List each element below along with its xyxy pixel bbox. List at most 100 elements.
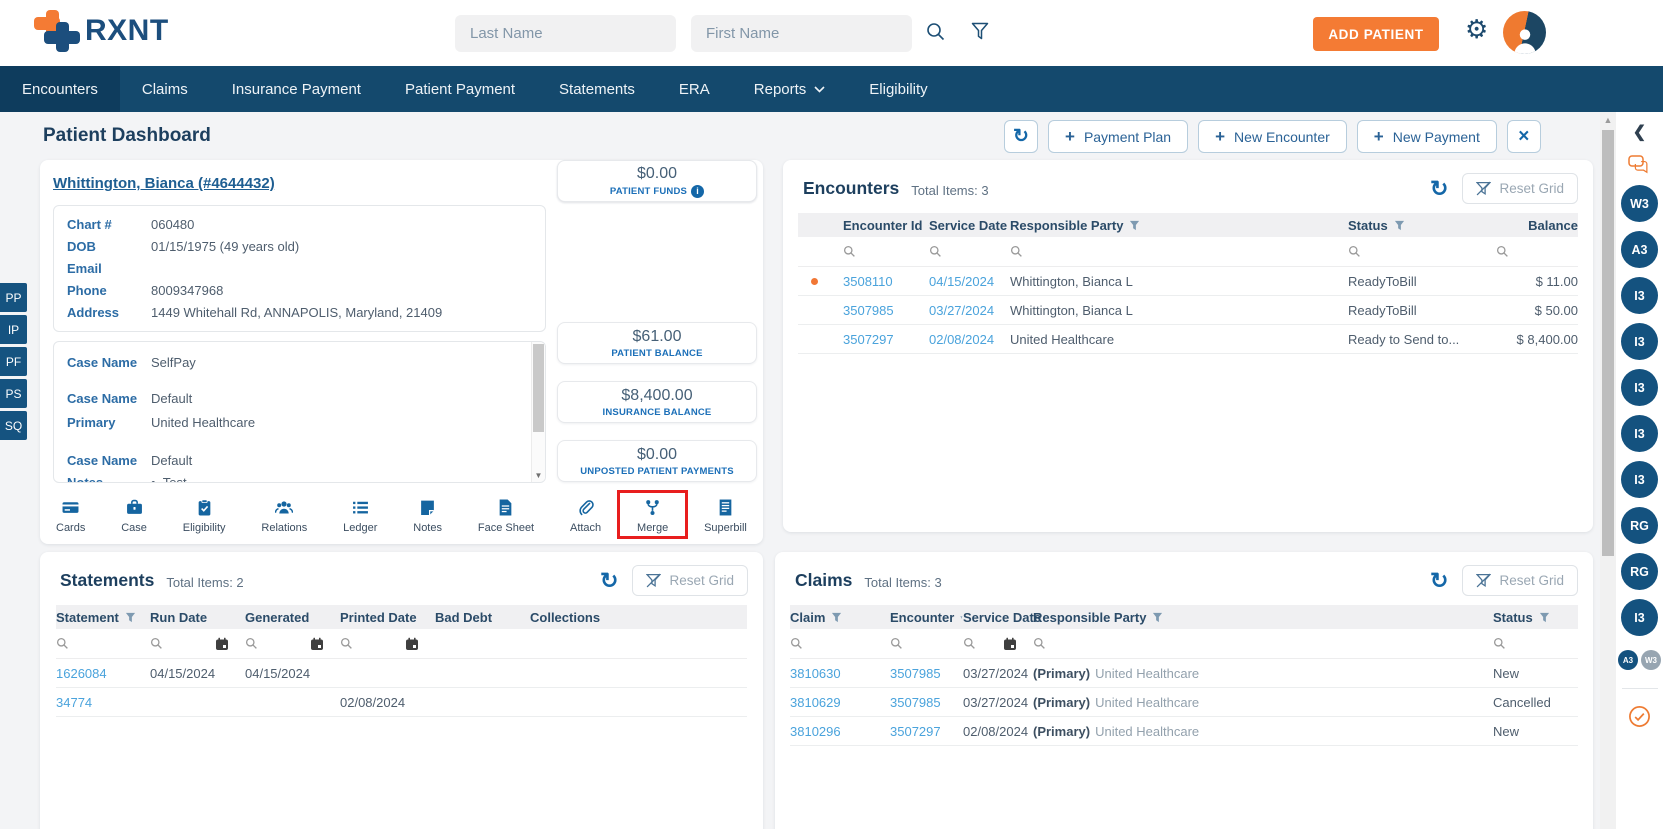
column-header[interactable]: Generated: [245, 610, 340, 625]
first-name-input[interactable]: [691, 15, 912, 52]
face-sheet-button[interactable]: Face Sheet: [474, 498, 538, 535]
column-search-input[interactable]: [890, 631, 903, 657]
column-header[interactable]: Balance: [1496, 218, 1578, 233]
nav-insurance-payment[interactable]: Insurance Payment: [210, 66, 383, 112]
column-header[interactable]: Responsible Party: [1010, 218, 1348, 233]
filter-icon[interactable]: [125, 612, 136, 623]
avatar[interactable]: [1503, 11, 1546, 54]
claim-row[interactable]: 3810296 3507297 02/08/2024 (Primary) Unit…: [790, 717, 1578, 746]
filter-icon[interactable]: [1394, 220, 1405, 231]
attach-button[interactable]: Attach: [566, 498, 605, 535]
filter-icon[interactable]: [1539, 612, 1550, 623]
nav-encounters[interactable]: Encounters: [0, 66, 120, 112]
column-search-input[interactable]: [245, 631, 324, 657]
workspace-badge[interactable]: I3: [1621, 599, 1658, 636]
column-header[interactable]: Encounter: [890, 610, 963, 625]
collapse-chevron-icon[interactable]: ❮: [1633, 122, 1646, 142]
cards-button[interactable]: Cards: [52, 498, 89, 535]
statement-id-link[interactable]: 34774: [56, 695, 92, 710]
column-header[interactable]: Status: [1348, 218, 1496, 233]
payment-plan-button[interactable]: + Payment Plan: [1048, 120, 1189, 153]
relations-button[interactable]: Relations: [257, 498, 311, 535]
column-search-input[interactable]: [963, 631, 1017, 657]
column-header[interactable]: Status: [1493, 610, 1578, 625]
column-search-input[interactable]: [843, 239, 856, 265]
workspace-badge[interactable]: I3: [1621, 415, 1658, 452]
column-header[interactable]: Responsible Party: [1033, 610, 1493, 625]
scrollbar-thumb[interactable]: [1602, 130, 1614, 556]
service-date-link[interactable]: 04/15/2024: [929, 274, 994, 289]
scroll-up-arrow[interactable]: ▲: [1600, 115, 1616, 125]
column-search-input[interactable]: [1496, 239, 1509, 265]
eligibility-button[interactable]: Eligibility: [179, 498, 230, 535]
column-header[interactable]: Collections: [530, 610, 747, 625]
claim-id-link[interactable]: 3810629: [790, 695, 841, 710]
encounter-row[interactable]: 3508110 04/15/2024 Whittington, Bianca L…: [798, 267, 1578, 296]
nav-era[interactable]: ERA: [657, 66, 732, 112]
filter-icon[interactable]: [1129, 220, 1140, 231]
column-search-input[interactable]: [929, 239, 942, 265]
rxnt-logo[interactable]: RXNT: [34, 10, 169, 52]
superbill-button[interactable]: Superbill: [700, 498, 751, 535]
encounter-id-link[interactable]: 3508110: [843, 274, 893, 289]
refresh-icon[interactable]: ↻: [1430, 177, 1448, 200]
chat-icon[interactable]: [1628, 155, 1651, 176]
claim-id-link[interactable]: 3810296: [790, 724, 841, 739]
encounter-id-link[interactable]: 3507985: [843, 303, 894, 318]
tab-pf[interactable]: PF: [0, 347, 27, 376]
refresh-icon[interactable]: ↻: [1430, 569, 1448, 592]
encounter-id-link[interactable]: 3507985: [890, 666, 941, 681]
merge-button[interactable]: Merge: [617, 490, 689, 539]
reset-grid-button[interactable]: Reset Grid: [632, 565, 748, 596]
close-button[interactable]: ×: [1506, 120, 1541, 153]
new-encounter-button[interactable]: + New Encounter: [1198, 120, 1347, 153]
column-header[interactable]: Service Date: [929, 218, 1010, 233]
workspace-badge[interactable]: RG: [1621, 553, 1658, 590]
calendar-icon[interactable]: [215, 637, 229, 651]
column-header[interactable]: Printed Date: [340, 610, 435, 625]
statement-row[interactable]: 1626084 04/15/2024 04/15/2024: [56, 659, 747, 688]
scroll-down-arrow[interactable]: ▼: [533, 471, 544, 480]
column-search-input[interactable]: [790, 631, 803, 657]
workspace-badge[interactable]: I3: [1621, 461, 1658, 498]
column-search-input[interactable]: [1493, 631, 1506, 657]
calendar-icon[interactable]: [1003, 637, 1017, 651]
encounter-row[interactable]: 3507985 03/27/2024 Whittington, Bianca L…: [798, 296, 1578, 325]
reset-grid-button[interactable]: Reset Grid: [1462, 565, 1578, 596]
statement-id-link[interactable]: 1626084: [56, 666, 107, 681]
filter-icon[interactable]: [971, 22, 989, 41]
column-header[interactable]: Claim: [790, 610, 890, 625]
page-scrollbar[interactable]: ▲: [1600, 112, 1616, 829]
workspace-badge[interactable]: I3: [1621, 323, 1658, 360]
nav-statements[interactable]: Statements: [537, 66, 657, 112]
column-search-input[interactable]: [1348, 239, 1361, 265]
nav-claims[interactable]: Claims: [120, 66, 210, 112]
service-date-link[interactable]: 03/27/2024: [929, 303, 994, 318]
info-icon[interactable]: [691, 184, 705, 198]
encounter-id-link[interactable]: 3507297: [890, 724, 941, 739]
claim-id-link[interactable]: 3810630: [790, 666, 841, 681]
encounter-id-link[interactable]: 3507297: [843, 332, 894, 347]
workspace-badge[interactable]: RG: [1621, 507, 1658, 544]
tab-ip[interactable]: IP: [0, 315, 27, 344]
column-header[interactable]: Bad Debt: [435, 610, 530, 625]
column-header[interactable]: Service Date: [963, 610, 1041, 625]
calendar-icon[interactable]: [310, 637, 324, 651]
calendar-icon[interactable]: [405, 637, 419, 651]
workspace-badge[interactable]: A3: [1621, 231, 1658, 268]
column-search-input[interactable]: [340, 631, 419, 657]
encounter-row[interactable]: 3507297 02/08/2024 United Healthcare Rea…: [798, 325, 1578, 354]
search-icon[interactable]: [926, 22, 945, 41]
workspace-badge[interactable]: I3: [1621, 369, 1658, 406]
nav-patient-payment[interactable]: Patient Payment: [383, 66, 537, 112]
encounter-id-link[interactable]: 3507985: [890, 695, 941, 710]
patient-name-link[interactable]: Whittington, Bianca (#4644432): [53, 175, 275, 192]
workspace-badge[interactable]: W3: [1621, 185, 1658, 222]
column-search-input[interactable]: [1033, 631, 1046, 657]
case-scrollbar[interactable]: ▼: [531, 342, 545, 482]
column-header[interactable]: Encounter Id: [843, 218, 929, 233]
nav-reports[interactable]: Reports: [732, 66, 848, 112]
refresh-icon[interactable]: ↻: [600, 569, 618, 592]
scrollbar-thumb[interactable]: [533, 344, 544, 432]
filter-icon[interactable]: [1152, 612, 1163, 623]
